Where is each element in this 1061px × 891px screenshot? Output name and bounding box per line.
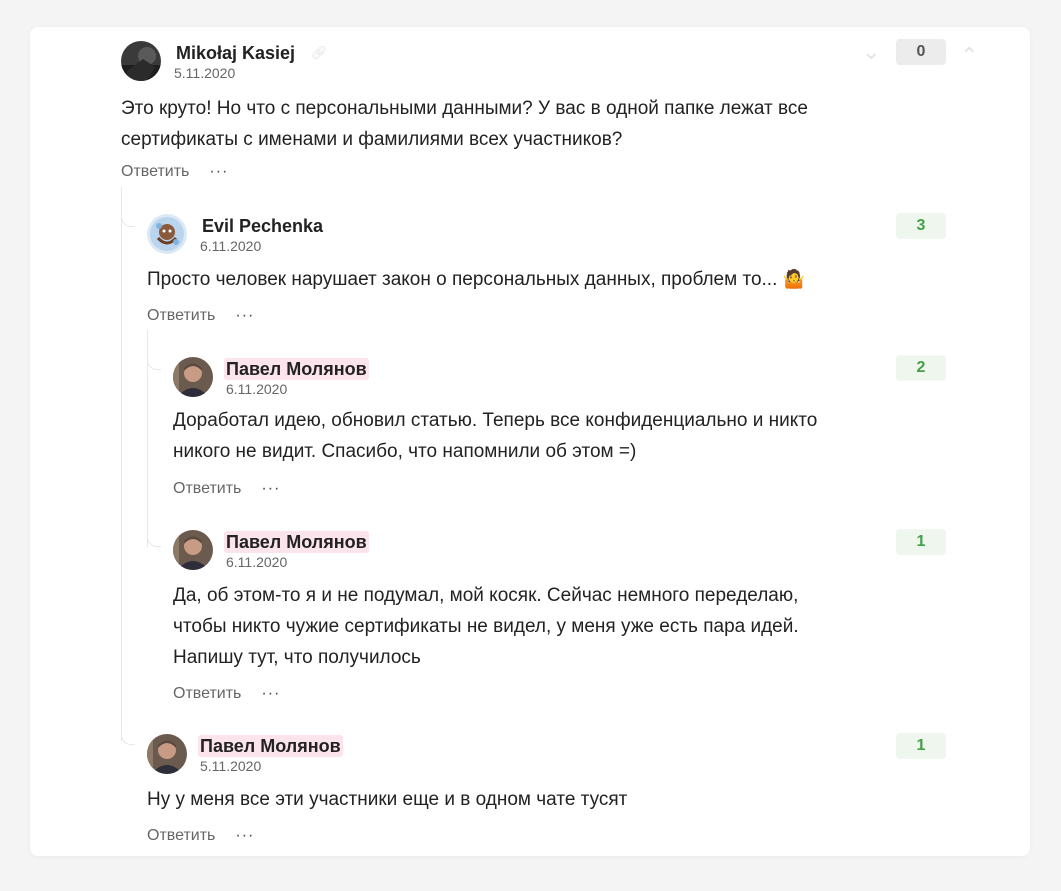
avatar[interactable]	[147, 734, 187, 774]
avatar[interactable]	[121, 41, 161, 81]
more-button[interactable]: ···	[235, 306, 254, 326]
comment: Mikołaj Kasiej 🔗︎ 5.11.2020 Это круто! Н…	[121, 41, 951, 191]
comment: Павел Молянов 5.11.2020 Ну у меня все эт…	[147, 734, 951, 854]
thread-hook	[147, 533, 161, 547]
comment-author[interactable]: Павел Молянов	[224, 358, 369, 380]
comment-text-line: Доработал идею, обновил статью. Теперь в…	[173, 410, 818, 431]
comment-author[interactable]: Павел Молянов	[198, 735, 343, 757]
comment-text: Да, об этом-то я и не подумал, мой косяк…	[173, 580, 799, 673]
more-button[interactable]: ···	[209, 162, 228, 182]
shrug-emoji: 🤷	[782, 269, 806, 289]
comment-actions: Ответить ···	[147, 306, 254, 326]
comment-text-line: сертификаты с именами и фамилиями всех у…	[121, 129, 623, 150]
comment: Evil Pechenka 6.11.2020 Просто человек н…	[147, 214, 951, 324]
comment-date[interactable]: 6.11.2020	[226, 381, 287, 397]
reply-button[interactable]: Ответить	[173, 684, 241, 704]
more-button[interactable]: ···	[261, 684, 280, 704]
thread-hook	[121, 213, 135, 227]
comment-author[interactable]: Павел Молянов	[224, 531, 369, 553]
avatar[interactable]	[147, 214, 187, 254]
comment-date[interactable]: 6.11.2020	[226, 554, 287, 570]
comment-text-line: чтобы никто чужие сертификаты не видел, …	[173, 616, 799, 637]
comment: Павел Молянов 6.11.2020 Доработал идею, …	[173, 357, 951, 507]
chevron-down-icon[interactable]: ⌄	[862, 41, 880, 63]
thread-hook	[147, 356, 161, 370]
more-button[interactable]: ···	[235, 826, 254, 846]
comment-text-line: Это круто! Но что с персональными данным…	[121, 98, 808, 119]
comment-score: 1	[896, 529, 946, 555]
comment: Павел Молянов 6.11.2020 Да, об этом-то я…	[173, 530, 951, 710]
thread-line[interactable]	[121, 187, 122, 741]
avatar[interactable]	[173, 530, 213, 570]
more-button[interactable]: ···	[261, 479, 280, 499]
reply-button[interactable]: Ответить	[147, 306, 215, 326]
comment-text: Доработал идею, обновил статью. Теперь в…	[173, 405, 817, 467]
reply-button[interactable]: Ответить	[147, 826, 215, 846]
comment-author[interactable]: Mikołaj Kasiej	[174, 42, 297, 64]
comment-text-line: Просто человек нарушает закон о персонал…	[147, 269, 783, 290]
thread-hook	[121, 731, 135, 745]
comment-date[interactable]: 5.11.2020	[174, 65, 235, 81]
comment-text: Ну у меня все эти участники еще и в одно…	[147, 784, 627, 815]
comment-text: Просто человек нарушает закон о персонал…	[147, 264, 805, 295]
comment-score: 3	[896, 213, 946, 239]
comment-actions: Ответить ···	[121, 162, 228, 182]
comment-text-line: Ну у меня все эти участники еще и в одно…	[147, 789, 628, 810]
comment-score: 2	[896, 355, 946, 381]
comments-card: Mikołaj Kasiej 🔗︎ 5.11.2020 Это круто! Н…	[30, 27, 1030, 856]
reply-button[interactable]: Ответить	[121, 162, 189, 182]
reply-button[interactable]: Ответить	[173, 479, 241, 499]
avatar[interactable]	[173, 357, 213, 397]
comment-actions: Ответить ···	[173, 684, 280, 704]
comment-actions: Ответить ···	[173, 479, 280, 499]
comment-author[interactable]: Evil Pechenka	[200, 215, 325, 237]
comment-text: Это круто! Но что с персональными данным…	[121, 93, 808, 155]
chevron-up-icon[interactable]: ⌃	[960, 45, 978, 67]
comment-score: 1	[896, 733, 946, 759]
comment-text-line: Да, об этом-то я и не подумал, мой косяк…	[173, 585, 799, 606]
comment-text-line: никого не видит. Спасибо, что напомнили …	[173, 441, 637, 462]
comment-score: 0	[896, 39, 946, 65]
comment-text-line: Напишу тут, что получилось	[173, 647, 421, 668]
comment-actions: Ответить ···	[147, 826, 254, 846]
link-icon[interactable]: 🔗︎	[311, 45, 328, 61]
comment-date[interactable]: 6.11.2020	[200, 238, 261, 254]
comment-date[interactable]: 5.11.2020	[200, 758, 261, 774]
